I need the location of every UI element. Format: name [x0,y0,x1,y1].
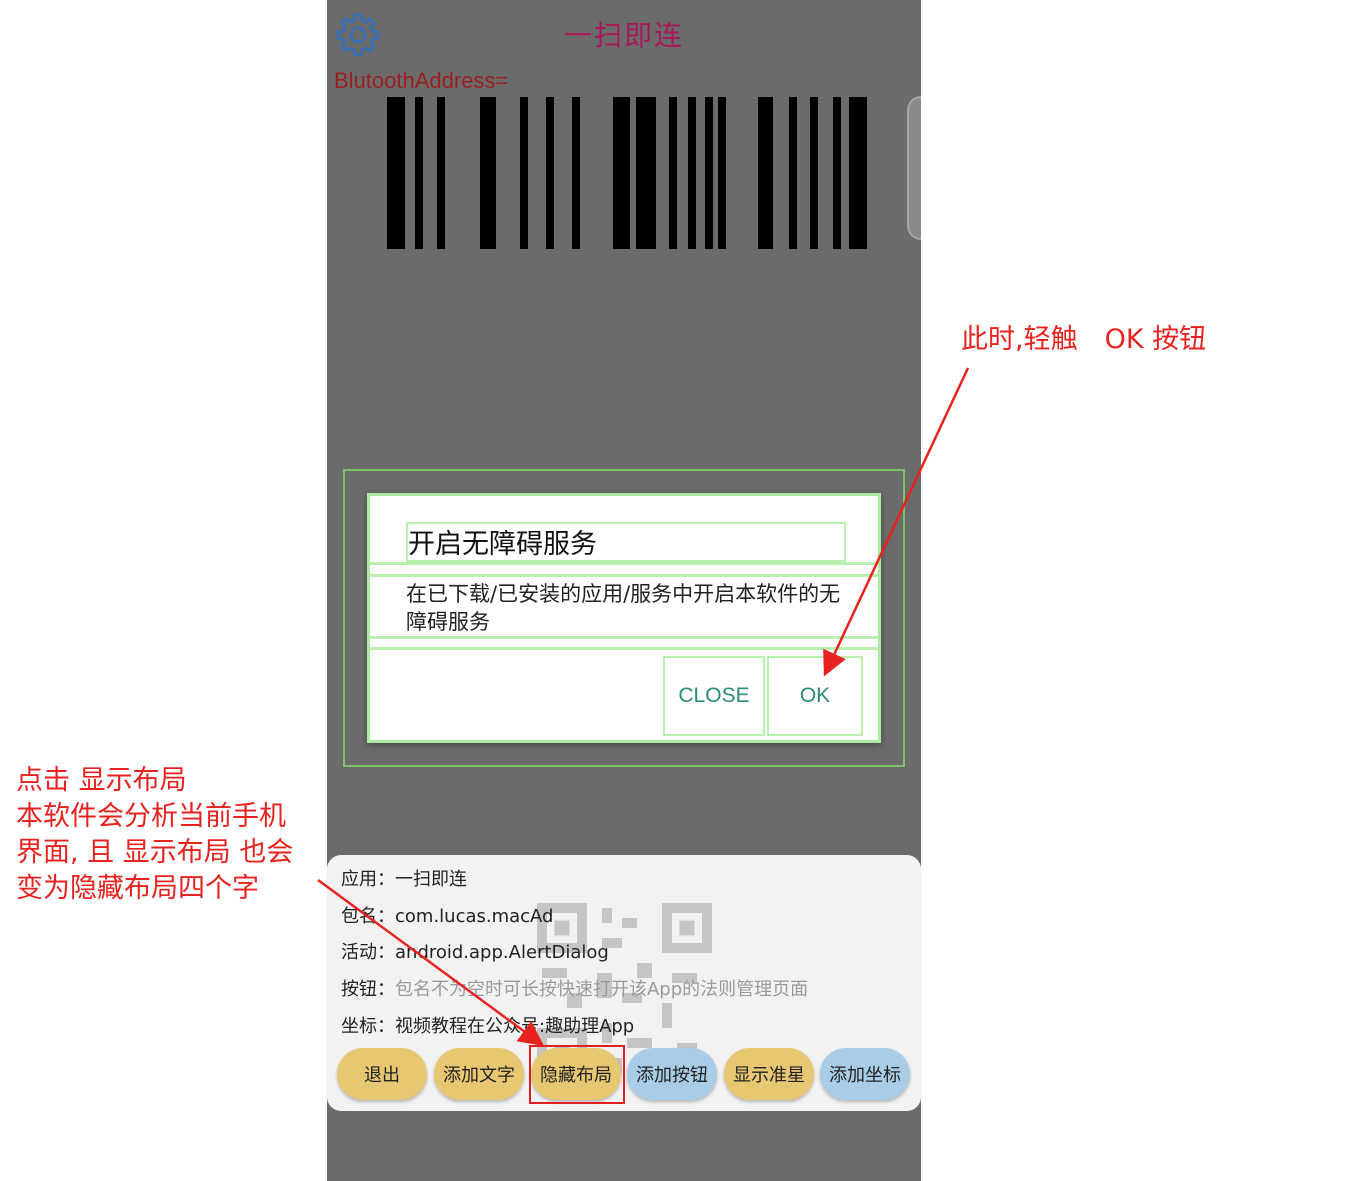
side-handle[interactable] [907,96,921,240]
overlay-line [370,636,878,639]
info-key: 坐标： [341,1016,395,1037]
barcode-image [387,97,867,249]
info-value: com.lucas.macAd [395,906,554,927]
annotation-line-3: 界面, 且 显示布局 也会 [16,837,294,868]
phone-screen: 一扫即连 BlutoothAddress= 开启无障碍服务 在已下载/已安装的应… [327,0,921,1181]
overlay-line [370,562,878,565]
info-value: 包名不为空时可长按快速打开该App的法则管理页面 [395,979,809,1000]
info-key: 活动： [341,942,395,963]
add-button-button[interactable]: 添加按钮 [627,1048,717,1100]
bluetooth-address-label: BlutoothAddress= [334,68,509,93]
overlay-line [370,574,878,577]
info-key: 应用： [341,869,395,890]
info-row-button: 按钮：包名不为空时可长按快速打开该App的法则管理页面 [341,975,808,1001]
show-crosshair-button[interactable]: 显示准星 [724,1048,814,1100]
annotation-line-4: 变为隐藏布局四个字 [16,873,259,904]
add-text-button[interactable]: 添加文字 [434,1048,524,1100]
app-title: 一扫即连 [563,19,684,52]
close-button[interactable]: CLOSE [663,656,765,736]
info-row-package: 包名：com.lucas.macAd [341,902,553,928]
info-value: 视频教程在公众号:趣助理App [395,1016,635,1037]
dialog-message: 在已下载/已安装的应用/服务中开启本软件的无障碍服务 [406,582,841,634]
info-key: 包名： [341,906,395,927]
highlight-box [529,1045,625,1104]
ok-button[interactable]: OK [767,656,863,736]
info-value: 一扫即连 [395,869,467,890]
add-coordinate-button[interactable]: 添加坐标 [820,1048,910,1100]
info-value: android.app.AlertDialog [395,942,609,963]
info-row-activity: 活动：android.app.AlertDialog [341,938,609,964]
annotation-line-2: 本软件会分析当前手机 [16,801,286,832]
info-key: 按钮： [341,979,395,1000]
annotation-tap-ok: 此时,轻触 OK 按钮 [961,324,1207,355]
dialog-title: 开启无障碍服务 [406,522,846,562]
alert-dialog: 开启无障碍服务 在已下载/已安装的应用/服务中开启本软件的无障碍服务 CLOSE… [367,493,881,743]
info-row-app: 应用：一扫即连 [341,865,467,891]
overlay-line [370,647,878,650]
annotation-line-1: 点击 显示布局 [16,765,187,796]
info-row-coordinates: 坐标：视频教程在公众号:趣助理App [341,1012,634,1038]
exit-button[interactable]: 退出 [337,1048,427,1100]
